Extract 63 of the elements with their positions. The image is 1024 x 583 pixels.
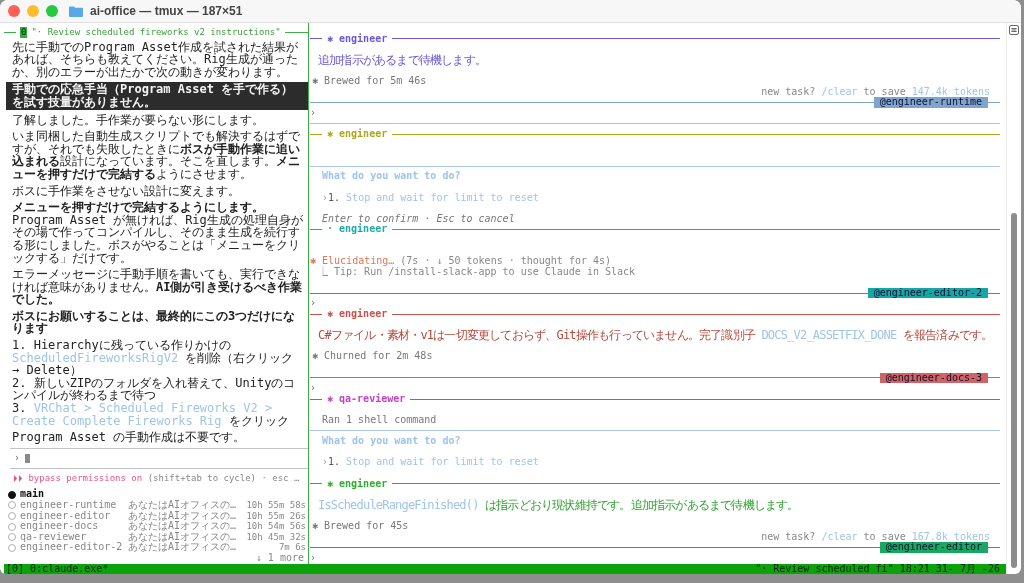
agent-tag: @engineer-editor (879, 542, 988, 553)
agent-name: ✱ engineer (327, 128, 388, 140)
agent-name: ✱ engineer (327, 33, 388, 45)
status-text: ✱ Brewed for 45s (311, 520, 410, 532)
hint-text: new task? /clear to save 167.8k tokens (761, 530, 990, 542)
spinner-status: ✱ Elucidating… (7s · ↓ 50 tokens · thought for 4s) (310, 256, 613, 267)
zoom-button[interactable] (46, 5, 58, 17)
session-item[interactable]: engineer-runtime あなたはAIオフィスの… 10h 55m 58s (8, 500, 306, 511)
minimize-button[interactable] (27, 5, 39, 17)
user-message: 手動での応急手当（Program Asset を手で作る）を試す技量がありません。 (6, 82, 308, 110)
reply-paragraph: いま同梱した自動生成スクリプトでも解決するはずですが、それでも失敗したときにボスが手動作業に追い込まれる設計になっています。そこを直します。メニューを押すだけで完結するようにさせます。 (12, 130, 301, 181)
window-list: [0] 0:claude.exe* (6, 563, 109, 574)
reply-paragraph: 先に手動でのProgram Asset作成を試された結果があれば、そちらも教えてください。Rig生成が通ったか、別のエラーが出たかで次の動きが変わります。 (12, 40, 299, 79)
list-item: 2. 新しいZIPのフォルダを入れ替えて、Unityのコンパイルが終わるまで待つ (12, 376, 297, 403)
window-title: ai-office — tmux — 187×51 (90, 5, 243, 17)
agent-message: C#ファイル・素材・v1は一切変更しておらず、Git操作も行っていません。完了識別子 DOCS_V2_ASSETFIX_DONE を報告済みです。 (317, 330, 994, 341)
agent-name: ✱ engineer (327, 478, 388, 490)
prompt-marker: › (14, 453, 21, 464)
folder-icon (69, 5, 83, 17)
agent-name: · engineer (327, 224, 388, 235)
list-item: 1. Hierarchyに残っている作りかけの ScheduledFireworksRigV2 を削除（右クリック → Delete） (12, 339, 295, 377)
agent-message: 追加指示があるまで待機します。 (317, 54, 487, 66)
status-text: ✱ Churned for 2m 48s (311, 351, 434, 362)
menu-option[interactable]: ›1. Stop and wait for limit to reset (322, 457, 539, 468)
tip-text: ⎿ Tip: Run /install-slack-app to use Claude in Slack (318, 265, 636, 277)
text-cursor (25, 454, 31, 464)
hint-text: new task? /clear to save 147.4k tokens (761, 85, 990, 97)
prompt-marker: › (310, 551, 317, 563)
session-item[interactable]: main (8, 489, 306, 501)
key-hint: Enter to confirm · Esc to cancel (322, 212, 515, 224)
prompt-marker: › (310, 106, 317, 118)
mode-line: ⏵⏵ bypass permissions on (shift+tab to cycle) · esc … (12, 472, 301, 484)
reply-paragraph: メニューを押すだけで完結するようにします。 Program Asset が無ければ、Rig生成の処理自身がその場で作ってコンパイルし、そのまま生成を続行する形にしました。ボスがやることは「メニューをクリックする」だけです。 (12, 201, 304, 265)
more-indicator: ↓ 1 more (255, 552, 304, 563)
question-text: What do you want to do? (322, 435, 461, 447)
prompt-marker: › (310, 297, 317, 309)
list-item: 3. VRChat > Scheduled Fireworks V2 > Create Complete Fireworks Rig をクリック (12, 402, 290, 428)
pane-index: 0 (20, 27, 28, 38)
prompt-marker: › (310, 382, 317, 394)
agent-name: ✱ engineer (327, 309, 388, 320)
status-text: ✱ Brewed for 5m 46s (311, 75, 428, 87)
menu-option[interactable]: ›1. Stop and wait for limit to reset (322, 192, 539, 204)
agent-message: IsScheduleRangeFinished() は指示どおり現状維持です。追加指示があるまで待機します。 (317, 499, 800, 511)
session-item[interactable]: engineer-editor あなたはAIオフィスの… 10h 55m 26s (8, 510, 306, 522)
close-button[interactable] (8, 5, 20, 17)
session-item[interactable]: engineer-editor-2 あなたはAIオフィスの… 7m 6s (8, 542, 306, 553)
session-item[interactable]: qa-reviewer あなたはAIオフィスの… 10h 45m 32s (8, 531, 306, 543)
pane-title: "· Review scheduled fireworks v2 instructions" (31, 27, 281, 38)
question-text: What do you want to do? (322, 170, 461, 182)
list-icon[interactable] (1009, 25, 1019, 35)
reply-paragraph: ボスにお願いすることは、最終的にこの3つだけになります (12, 309, 297, 336)
reply-paragraph: エラーメッセージに手動手順を書いても、実行できなければ意味がありません。AI側が引き受けるべき作業でした。 (12, 268, 304, 306)
agent-tag: @engineer-runtime (873, 97, 988, 108)
scrollbar-thumb[interactable] (1011, 213, 1017, 568)
session-item[interactable]: engineer-docs あなたはAIオフィスの… 10h 54m 56s (8, 521, 306, 532)
reply-paragraph: 了解しました。手作業が要らない形にします。 (12, 113, 265, 127)
tool-note: Ran 1 shell command (322, 413, 437, 425)
reply-paragraph: ボスに手作業をさせない設計に変えます。 (12, 184, 241, 198)
status-info: "· Review scheduled fi" 18:21 31- 7月 -26 (755, 563, 1000, 574)
agent-name: ✱ qa-reviewer (327, 393, 406, 405)
agent-tag: @engineer-docs-3 (879, 372, 988, 384)
reply-paragraph: Program Asset の手動作成は不要です。 (12, 431, 247, 444)
agent-tag: @engineer-editor-2 (867, 287, 988, 299)
